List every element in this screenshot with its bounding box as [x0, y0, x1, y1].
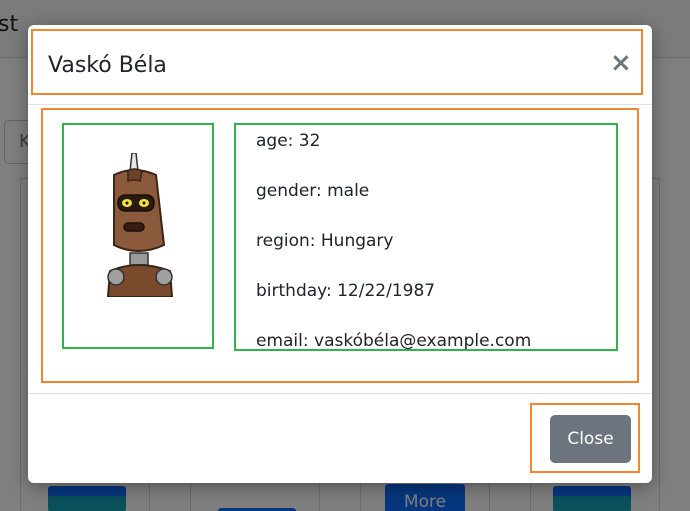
- user-info-panel: age: 32 gender: male region: Hungary bir…: [234, 123, 618, 351]
- region-field: region: Hungary: [256, 231, 394, 251]
- gender-field: gender: male: [256, 181, 370, 201]
- age-field: age: 32: [256, 131, 321, 151]
- close-button[interactable]: Close: [550, 415, 631, 463]
- user-detail-modal: Vaskó Béla × age: 32 gender: male region…: [28, 25, 652, 483]
- modal-footer-divider: [28, 393, 652, 394]
- birthday-field: birthday: 12/22/1987: [256, 281, 436, 301]
- avatar-frame: [62, 123, 214, 349]
- email-field: email: vaskóbéla@example.com: [256, 331, 532, 351]
- robot-avatar-icon: [106, 153, 174, 297]
- header-highlight: [31, 29, 643, 95]
